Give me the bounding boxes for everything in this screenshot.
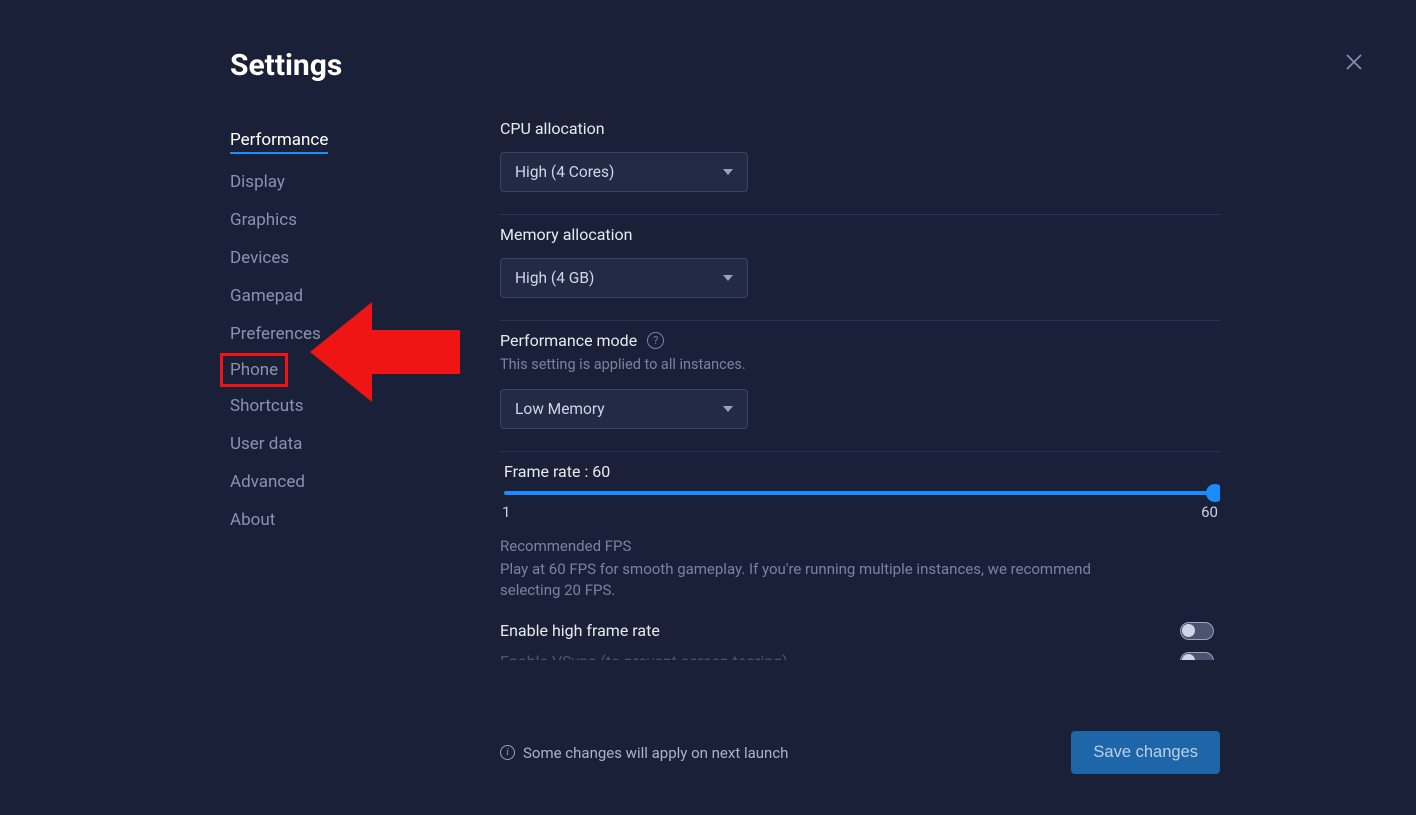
chevron-down-icon — [723, 169, 733, 175]
close-button[interactable] — [1340, 48, 1368, 76]
sidebar-item-about[interactable]: About — [230, 501, 275, 539]
frame-rate-label: Frame rate : 60 — [500, 462, 1220, 481]
sidebar-item-label: Performance — [230, 130, 328, 150]
sidebar-item-label: Shortcuts — [230, 396, 304, 416]
footer-note: i Some changes will apply on next launch — [500, 744, 788, 762]
toggle-label: Enable VSync (to prevent screen tearing) — [500, 652, 788, 660]
select-value: High (4 GB) — [515, 269, 594, 287]
slider-thumb[interactable] — [1206, 484, 1220, 502]
enable-high-frame-rate-toggle[interactable] — [1180, 622, 1214, 640]
recommended-fps-title: Recommended FPS — [500, 537, 1220, 555]
performance-mode-label: Performance mode ? — [500, 331, 1220, 350]
sidebar-item-label: About — [230, 510, 275, 530]
sidebar-item-devices[interactable]: Devices — [230, 239, 289, 277]
sidebar-item-user-data[interactable]: User data — [230, 425, 302, 463]
select-value: Low Memory — [515, 400, 605, 418]
sidebar: Performance Display Graphics Devices Gam… — [230, 119, 460, 804]
performance-mode-select[interactable]: Low Memory — [500, 389, 748, 429]
main-panel: CPU allocation High (4 Cores) Memory all… — [500, 119, 1220, 804]
slider-range-labels: 1 60 — [500, 501, 1220, 537]
sidebar-item-performance[interactable]: Performance — [230, 121, 328, 163]
cpu-allocation-select[interactable]: High (4 Cores) — [500, 152, 748, 192]
memory-allocation-select[interactable]: High (4 GB) — [500, 258, 748, 298]
close-icon — [1344, 52, 1364, 72]
info-icon: i — [500, 745, 515, 760]
sidebar-item-label: Gamepad — [230, 286, 303, 306]
enable-vsync-row: Enable VSync (to prevent screen tearing) — [500, 646, 1220, 660]
sidebar-item-label: User data — [230, 434, 302, 454]
enable-vsync-toggle[interactable] — [1180, 652, 1214, 660]
chevron-down-icon — [723, 406, 733, 412]
enable-high-frame-rate-row: Enable high frame rate — [500, 615, 1220, 646]
recommended-fps-text: Play at 60 FPS for smooth gameplay. If y… — [500, 559, 1140, 601]
sidebar-item-label: Preferences — [230, 324, 321, 344]
slider-min: 1 — [502, 503, 510, 521]
sidebar-item-gamepad[interactable]: Gamepad — [230, 277, 303, 315]
save-changes-button[interactable]: Save changes — [1071, 731, 1220, 774]
frame-rate-slider[interactable] — [504, 491, 1216, 495]
toggle-label: Enable high frame rate — [500, 621, 660, 640]
cpu-allocation-label: CPU allocation — [500, 119, 1220, 138]
help-icon[interactable]: ? — [647, 332, 664, 349]
sidebar-item-label: Graphics — [230, 210, 297, 230]
select-value: High (4 Cores) — [515, 163, 614, 181]
sidebar-item-display[interactable]: Display — [230, 163, 285, 201]
sidebar-item-phone[interactable]: Phone — [220, 353, 288, 387]
page-title: Settings — [230, 48, 1360, 83]
sidebar-item-label: Phone — [230, 360, 278, 380]
sidebar-item-label: Advanced — [230, 472, 305, 492]
sidebar-item-shortcuts[interactable]: Shortcuts — [230, 387, 304, 425]
memory-allocation-label: Memory allocation — [500, 225, 1220, 244]
sidebar-item-label: Devices — [230, 248, 289, 268]
sidebar-item-label: Display — [230, 172, 285, 192]
sidebar-item-graphics[interactable]: Graphics — [230, 201, 297, 239]
slider-max: 60 — [1201, 503, 1218, 521]
performance-mode-sublabel: This setting is applied to all instances… — [500, 356, 1220, 373]
chevron-down-icon — [723, 275, 733, 281]
sidebar-item-advanced[interactable]: Advanced — [230, 463, 305, 501]
sidebar-item-preferences[interactable]: Preferences — [230, 315, 321, 353]
